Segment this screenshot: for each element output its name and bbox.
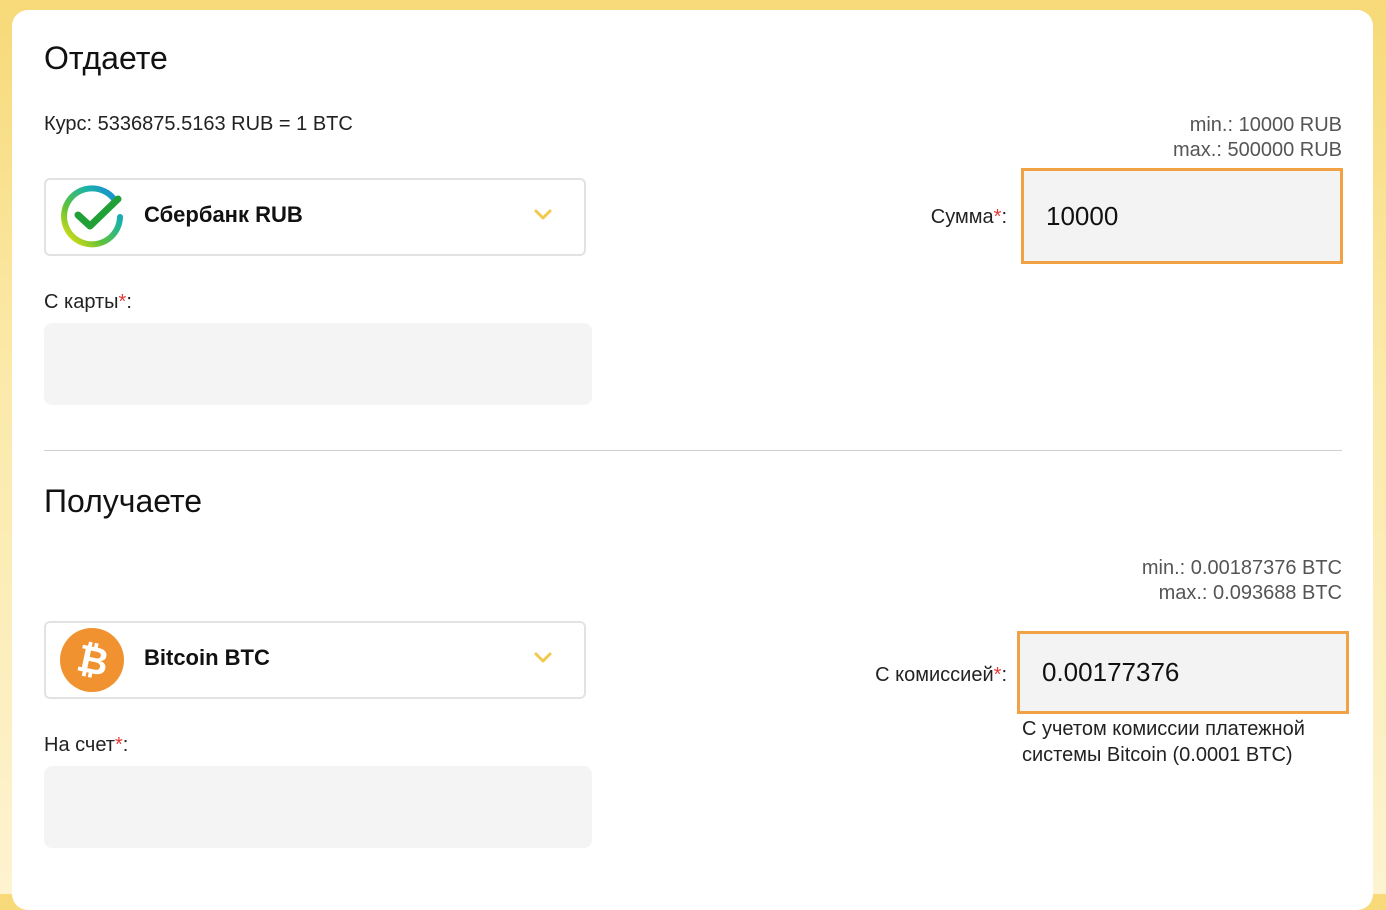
- receive-amount-label: С комиссией*:: [875, 664, 1007, 687]
- give-amount-input[interactable]: 10000: [1021, 168, 1343, 264]
- account-input[interactable]: [44, 766, 592, 848]
- label-colon: :: [122, 734, 129, 756]
- sberbank-logo-icon: [61, 185, 123, 248]
- give-section-title: Отдаете: [44, 40, 168, 76]
- receive-max-limit: max.: 0.093688 BTC: [1158, 582, 1342, 604]
- receive-amount-label-text: С комиссией: [875, 664, 994, 686]
- section-divider: [44, 450, 1342, 451]
- give-amount-value: 10000: [1046, 200, 1119, 231]
- exchange-form-card: Отдаете Курс: 5336875.5163 RUB = 1 BTC m…: [12, 10, 1373, 910]
- receive-amount-input[interactable]: 0.00177376: [1017, 631, 1349, 714]
- card-number-input[interactable]: [44, 323, 592, 405]
- card-number-label: С карты*:: [44, 291, 132, 314]
- give-amount-label-text: Сумма: [930, 206, 994, 228]
- label-colon: :: [126, 291, 132, 313]
- give-currency-select[interactable]: Сбербанк RUB: [44, 178, 586, 256]
- chevron-down-icon: [534, 652, 552, 663]
- receive-amount-value: 0.00177376: [1042, 657, 1180, 687]
- bitcoin-logo-icon: ₿: [60, 628, 124, 692]
- chevron-down-icon: [534, 209, 552, 220]
- receive-min-limit: min.: 0.00187376 BTC: [1141, 557, 1342, 579]
- fee-note: С учетом комиссии платежной системы Bitc…: [1022, 718, 1305, 766]
- give-amount-label: Сумма*:: [931, 206, 1007, 229]
- receive-currency-name: Bitcoin BTC: [144, 645, 270, 670]
- give-limits: min.: 10000 RUB max.: 500000 RUB: [1173, 113, 1342, 163]
- label-colon: :: [1001, 664, 1007, 686]
- account-label-text: На счет: [44, 734, 115, 756]
- required-mark: *: [114, 734, 123, 756]
- receive-currency-select[interactable]: ₿ Bitcoin BTC: [44, 621, 586, 699]
- give-min-limit: min.: 10000 RUB: [1189, 114, 1342, 136]
- give-currency-name: Сбербанк RUB: [144, 202, 303, 227]
- receive-section-title: Получаете: [44, 483, 203, 519]
- account-label: На счет*:: [44, 734, 128, 757]
- card-number-label-text: С карты: [44, 291, 119, 313]
- label-colon: :: [1001, 206, 1007, 228]
- receive-limits: min.: 0.00187376 BTC max.: 0.093688 BTC: [1142, 556, 1342, 606]
- exchange-rate: Курс: 5336875.5163 RUB = 1 BTC: [44, 113, 353, 135]
- give-max-limit: max.: 500000 RUB: [1173, 139, 1342, 161]
